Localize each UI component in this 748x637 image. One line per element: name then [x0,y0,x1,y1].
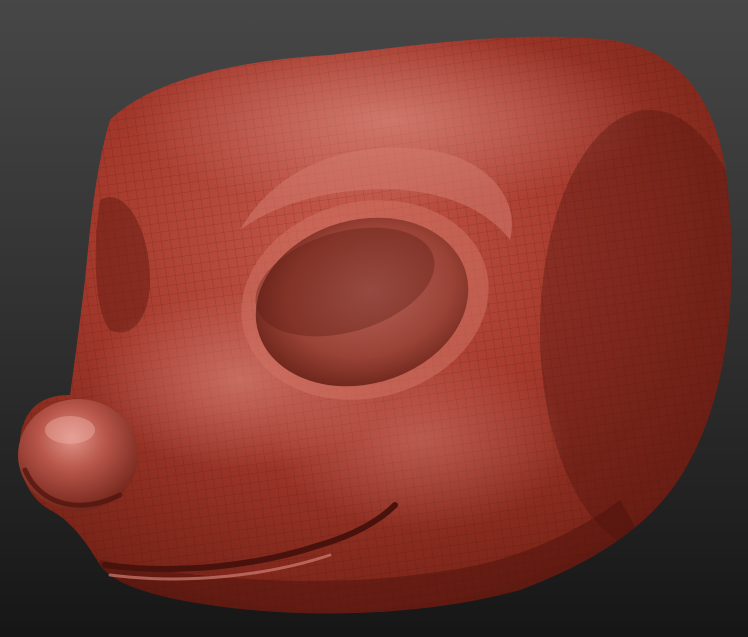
viewport-canvas[interactable] [0,0,748,637]
3d-viewport[interactable] [0,0,748,637]
nose-shine [45,416,95,444]
